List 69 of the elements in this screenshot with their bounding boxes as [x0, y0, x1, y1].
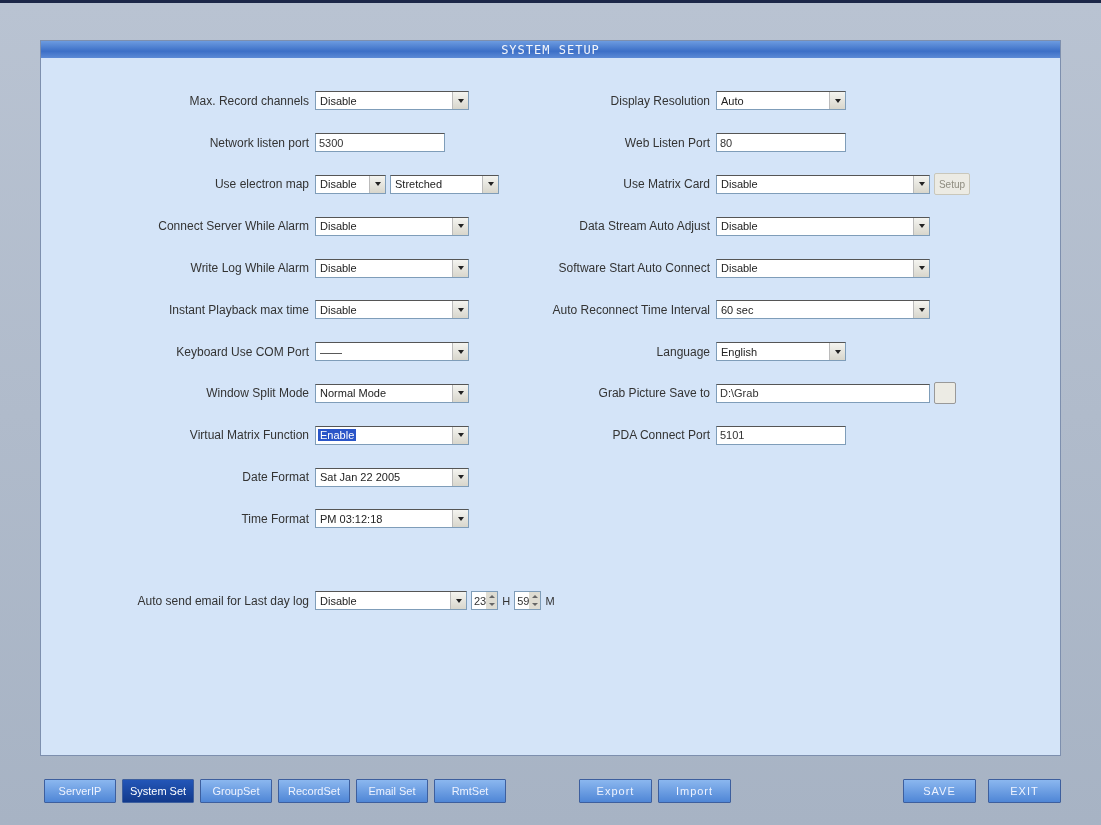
- field-label: Use Matrix Card: [622, 177, 711, 192]
- field-label: Network listen port: [208, 135, 310, 150]
- dropdown[interactable]: Disable: [315, 300, 469, 320]
- field-label: Software Start Auto Connect: [557, 261, 711, 276]
- dropdown-arrow-icon: [918, 182, 925, 187]
- hour-spinner[interactable]: 23: [471, 591, 499, 611]
- spin-arrows-icon[interactable]: [486, 592, 498, 610]
- dropdown[interactable]: Disable: [315, 258, 469, 278]
- window-title: SYSTEM SETUP: [41, 41, 1060, 58]
- field-label: Grab Picture Save to: [597, 386, 711, 401]
- dropdown-arrow-icon: [487, 182, 494, 187]
- field-label: Auto Reconnect Time Interval: [551, 302, 711, 317]
- field-label: Data Stream Auto Adjust: [578, 219, 711, 234]
- dropdown[interactable]: ——: [315, 342, 469, 362]
- field-label: Keyboard Use COM Port: [175, 344, 310, 359]
- dropdown-arrow-icon: [918, 224, 925, 229]
- dropdown-arrow-icon: [457, 266, 464, 271]
- field-label: PDA Connect Port: [611, 428, 711, 443]
- spin-arrows-icon[interactable]: [529, 592, 541, 610]
- dropdown-arrow-icon: [457, 391, 464, 396]
- dropdown-arrow-icon: [457, 349, 464, 354]
- field-label: Max. Record channels: [188, 93, 310, 108]
- field-label: Web Listen Port: [623, 135, 711, 150]
- dropdown[interactable]: Enable: [315, 425, 469, 445]
- dropdown-arrow-icon: [374, 182, 381, 187]
- browse-button[interactable]: [934, 382, 956, 405]
- field-label: Date Format: [241, 470, 310, 485]
- dropdown-arrow-icon: [457, 307, 464, 312]
- dropdown-arrow-icon: [457, 475, 464, 480]
- dropdown[interactable]: PM 03:12:18: [315, 509, 469, 529]
- dropdown[interactable]: Auto: [716, 91, 846, 111]
- dropdown[interactable]: English: [716, 342, 846, 362]
- dropdown-arrow-icon: [457, 433, 464, 438]
- input-field[interactable]: 5101: [716, 425, 846, 445]
- tab[interactable]: System Set: [122, 779, 194, 803]
- field-label: Language: [655, 344, 711, 359]
- minute-spinner[interactable]: 59: [514, 591, 542, 611]
- field-label: Time Format: [240, 511, 310, 526]
- field-label: Write Log While Alarm: [189, 261, 310, 276]
- field-label: Display Resolution: [609, 93, 711, 108]
- dropdown[interactable]: Sat Jan 22 2005: [315, 467, 469, 487]
- input-field[interactable]: D:\Grab: [716, 383, 930, 403]
- dropdown[interactable]: Disable: [716, 258, 930, 278]
- field-label: Window Split Mode: [205, 386, 310, 401]
- dropdown-arrow-icon: [455, 598, 462, 603]
- dropdown-arrow-icon: [918, 266, 925, 271]
- dropdown-arrow-icon: [457, 98, 464, 103]
- dropdown[interactable]: Disable: [315, 216, 469, 236]
- dropdown-arrow-icon: [834, 349, 841, 354]
- dropdown[interactable]: Disable: [716, 216, 930, 236]
- dropdown[interactable]: Disable: [315, 175, 386, 194]
- input-field[interactable]: 80: [716, 133, 846, 153]
- field-label: Connect Server While Alarm: [157, 219, 310, 234]
- dropdown-arrow-icon: [918, 307, 925, 312]
- dropdown[interactable]: Disable: [315, 591, 467, 611]
- dropdown[interactable]: 60 sec: [716, 300, 930, 320]
- dropdown-arrow-icon: [834, 98, 841, 103]
- dropdown[interactable]: Normal Mode: [315, 383, 469, 403]
- field-label: Auto send email for Last day log: [136, 593, 310, 608]
- field-label: Use electron map: [213, 177, 310, 192]
- input-field[interactable]: 5300: [315, 133, 445, 153]
- dropdown[interactable]: Stretched: [390, 175, 499, 194]
- unit-label: M: [545, 594, 555, 607]
- dropdown[interactable]: Disable: [315, 91, 469, 111]
- unit-label: H: [502, 594, 511, 607]
- field-label: Instant Playback max time: [167, 302, 310, 317]
- field-label: Virtual Matrix Function: [188, 428, 310, 443]
- dropdown-arrow-icon: [457, 224, 464, 229]
- dropdown-arrow-icon: [457, 516, 464, 521]
